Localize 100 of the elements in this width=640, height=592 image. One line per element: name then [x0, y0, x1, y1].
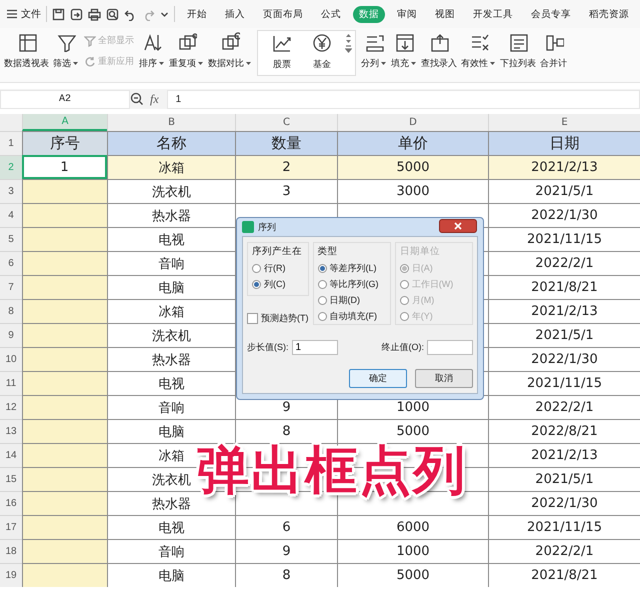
table-cell: 2022/2/1 — [488, 539, 640, 563]
table-cell: 5000 — [337, 563, 488, 587]
gallery-item[interactable]: 股票 — [262, 33, 302, 71]
row-header[interactable]: 9 — [0, 323, 22, 347]
table-cell: 2021/8/21 — [488, 275, 640, 299]
column-header[interactable]: E — [488, 114, 640, 131]
ribbon-tab[interactable]: 开始 — [181, 6, 213, 22]
row-header[interactable]: 5 — [0, 227, 22, 251]
scroll-up-icon — [345, 33, 352, 38]
close-button[interactable] — [439, 219, 477, 233]
close-icon — [454, 222, 462, 230]
table-cell: 2021/2/13 — [488, 299, 640, 323]
ribbon-button[interactable]: 数据透视表 — [2, 30, 51, 72]
radio-button[interactable] — [252, 264, 261, 272]
radio-option[interactable]: 行(R) — [252, 262, 304, 274]
caret-icon — [158, 61, 165, 66]
table-cell: 2021/5/1 — [488, 323, 640, 347]
column-header[interactable]: C — [235, 114, 337, 131]
row-header[interactable]: 15 — [0, 467, 22, 491]
radio-option[interactable]: 等比序列(G) — [318, 278, 386, 290]
compare-icon — [220, 32, 240, 52]
ribbon-button[interactable]: 排序 — [137, 30, 167, 72]
caret-icon — [489, 61, 496, 66]
ribbon-tab[interactable]: 公式 — [315, 6, 347, 22]
table-cell: 1000 — [337, 539, 488, 563]
table-cell: 音响 — [107, 395, 235, 419]
name-box[interactable]: A2 — [0, 90, 130, 108]
radio-button[interactable] — [318, 280, 326, 288]
ribbon-tab[interactable]: 会员专享 — [525, 6, 577, 22]
ribbon-button[interactable]: 下拉列表 — [498, 30, 538, 72]
table-cell: 2021/8/21 — [488, 563, 640, 587]
table-cell: 2021/2/13 — [488, 155, 640, 179]
sort-icon — [142, 32, 162, 52]
file-menu[interactable]: 文件 — [6, 7, 41, 21]
table-cell: 音响 — [107, 539, 235, 563]
table-cell[interactable]: 1 — [22, 155, 107, 179]
row-header[interactable]: 14 — [0, 443, 22, 467]
column-header[interactable]: D — [337, 114, 488, 131]
ribbon-button[interactable]: 筛选 — [51, 30, 81, 72]
dialog-button[interactable]: 确定 — [349, 369, 407, 388]
radio-button[interactable] — [318, 312, 326, 320]
radio-button[interactable] — [318, 296, 326, 304]
ribbon-button[interactable]: 填充 — [389, 30, 419, 72]
ribbon-tab[interactable]: 插入 — [219, 6, 251, 22]
radio-option[interactable]: 等差序列(L) — [318, 262, 386, 274]
print-icon — [88, 8, 101, 20]
row-header[interactable]: 1 — [0, 131, 22, 155]
radio-button[interactable] — [252, 280, 261, 288]
radio-option[interactable]: 列(C) — [252, 278, 304, 290]
ribbon-tab[interactable]: 审阅 — [391, 6, 423, 22]
row-header[interactable]: 13 — [0, 419, 22, 443]
column-header[interactable]: B — [107, 114, 235, 131]
row-header[interactable]: 10 — [0, 347, 22, 371]
ribbon-button[interactable]: 合并计 — [538, 30, 569, 72]
table-cell: 2021/5/1 — [488, 467, 640, 491]
row-header[interactable]: 19 — [0, 563, 22, 587]
header-cell: 数量 — [235, 131, 337, 155]
ribbon-tab[interactable]: 开发工具 — [467, 6, 519, 22]
checkbox[interactable] — [247, 313, 258, 324]
ribbon-tab[interactable]: 页面布局 — [257, 6, 309, 22]
row-header[interactable]: 7 — [0, 275, 22, 299]
dropdown-list-icon — [508, 32, 528, 52]
row-header[interactable]: 3 — [0, 179, 22, 203]
table-cell: 2021/11/15 — [488, 371, 640, 395]
table-cell: 2021/11/15 — [488, 515, 640, 539]
gallery-item[interactable]: 基金 — [302, 33, 342, 71]
checkbox-option[interactable]: 预测趋势(T) — [247, 312, 308, 325]
table-cell: 电视 — [107, 515, 235, 539]
row-header[interactable]: 11 — [0, 371, 22, 395]
menu-icon — [6, 9, 18, 19]
refresh-icon — [84, 56, 96, 68]
radio-option[interactable]: 日期(D) — [318, 294, 386, 306]
ribbon-tab[interactable]: 稻壳资源 — [583, 6, 635, 22]
row-header[interactable]: 16 — [0, 491, 22, 515]
radio-option[interactable]: 自动填充(F) — [318, 310, 386, 322]
ribbon-button[interactable]: 分列 — [359, 30, 389, 72]
row-header[interactable]: 17 — [0, 515, 22, 539]
ribbon-button[interactable]: 有效性 — [459, 30, 498, 72]
radio-button[interactable] — [318, 264, 326, 272]
ribbon-tab[interactable]: 视图 — [429, 6, 461, 22]
row-header[interactable]: 4 — [0, 203, 22, 227]
save-icon — [52, 8, 65, 20]
row-header[interactable]: 18 — [0, 539, 22, 563]
row-header[interactable]: 8 — [0, 299, 22, 323]
table-cell: 3 — [235, 179, 337, 203]
row-header[interactable]: 12 — [0, 395, 22, 419]
caret-icon — [72, 61, 79, 66]
input-field[interactable] — [427, 340, 473, 354]
input-field[interactable]: 1 — [292, 340, 338, 354]
row-header[interactable]: 6 — [0, 251, 22, 275]
table-cell: 8 — [235, 419, 337, 443]
ribbon-button[interactable]: 数据对比 — [206, 30, 254, 72]
group-title: 类型 — [318, 245, 338, 258]
formula-field[interactable]: 1 — [166, 90, 640, 108]
dialog-button[interactable]: 取消 — [415, 369, 473, 388]
caret-icon — [245, 61, 252, 66]
ribbon-button[interactable]: 查找录入 — [419, 30, 459, 72]
table-cell: 2022/1/30 — [488, 203, 640, 227]
function-button[interactable]: fx — [150, 92, 159, 106]
ribbon-button[interactable]: 重复项 — [167, 30, 206, 72]
